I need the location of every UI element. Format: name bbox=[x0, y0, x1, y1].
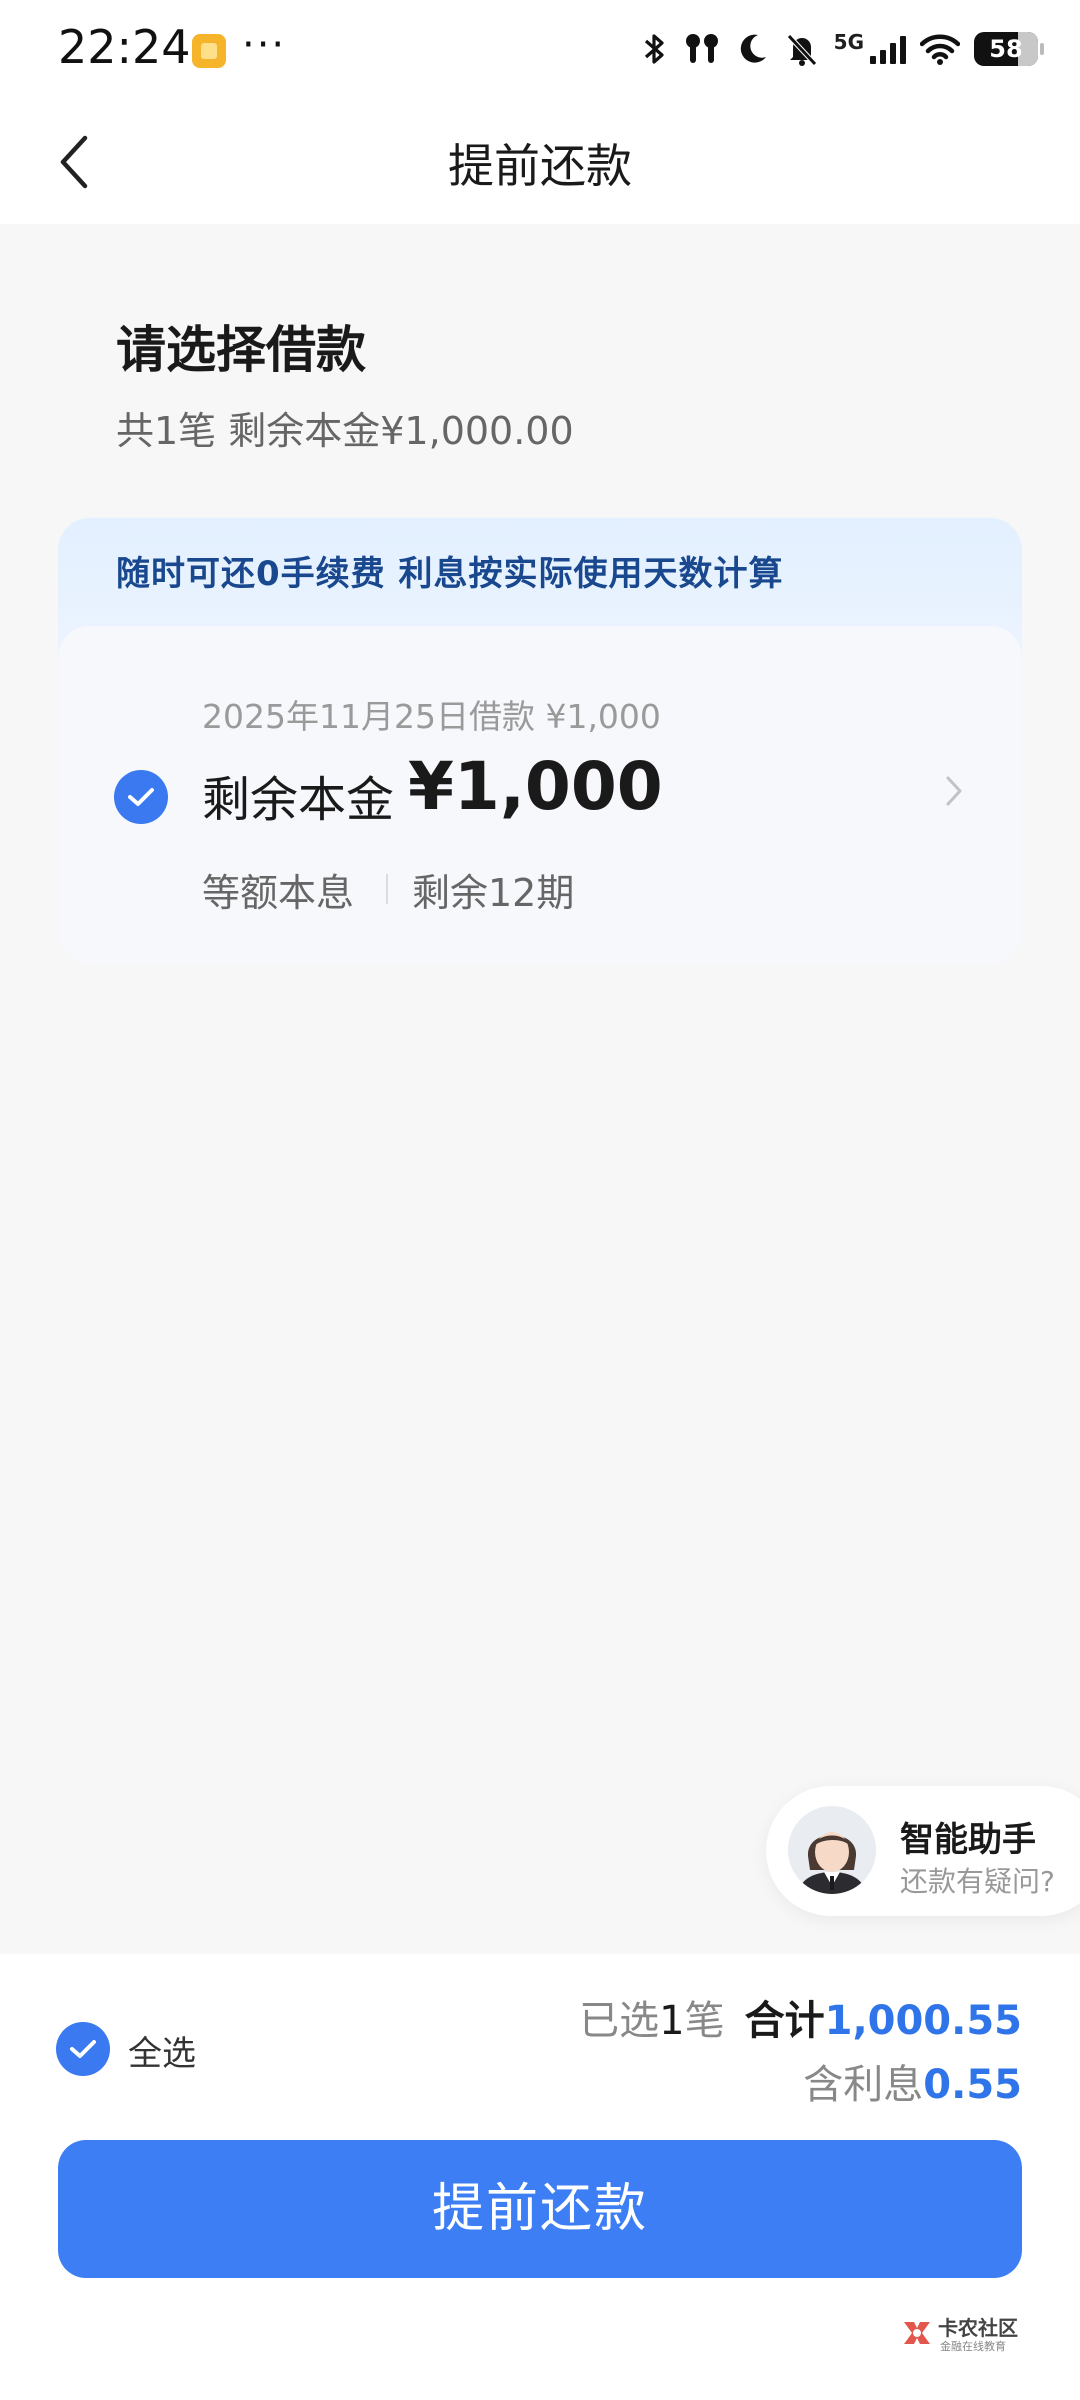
moon-icon bbox=[740, 34, 766, 63]
total-label: 合计 bbox=[744, 1998, 825, 2044]
remaining-periods: 剩余12期 bbox=[412, 871, 575, 915]
watermark: 卡农社区 金融在线教育 bbox=[900, 2310, 1020, 2358]
battery-level: 58 bbox=[989, 35, 1023, 63]
assistant-title: 智能助手 bbox=[900, 1820, 1036, 1860]
smart-assistant-button[interactable]: 智能助手 还款有疑问? bbox=[766, 1786, 1080, 1916]
divider bbox=[386, 874, 388, 904]
principal-label: 剩余本金 bbox=[202, 772, 395, 828]
signal-icon bbox=[870, 34, 906, 64]
earbuds-icon bbox=[685, 34, 718, 63]
loan-item[interactable]: 2025年11月25日借款 ¥1,000 剩余本金 ¥1,000 等额本息 剩余… bbox=[58, 626, 1022, 964]
wifi-icon bbox=[920, 34, 960, 65]
select-all-checkbox[interactable] bbox=[56, 2022, 110, 2076]
fee-banner: 随时可还0手续费 利息按实际使用天数计算 bbox=[116, 554, 784, 594]
system-icons: 5G 58 bbox=[642, 26, 1044, 72]
selected-prefix: 已选 bbox=[579, 1998, 660, 2044]
chevron-right-icon[interactable] bbox=[944, 774, 964, 808]
selection-summary: 已选1笔 合计1,000.55 bbox=[579, 1988, 1022, 2046]
selected-suffix: 笔 bbox=[684, 1998, 725, 2044]
selected-count: 1 bbox=[659, 1998, 685, 2044]
watermark-name: 卡农社区 bbox=[938, 2316, 1018, 2340]
repayment-type: 等额本息 bbox=[202, 871, 355, 915]
assistant-subtitle: 还款有疑问? bbox=[900, 1865, 1055, 1898]
interest-label: 含利息 bbox=[803, 2062, 924, 2108]
status-bar: 22:24 ··· 5G 58 bbox=[0, 0, 1080, 100]
loan-card-container: 随时可还0手续费 利息按实际使用天数计算 2025年11月25日借款 ¥1,00… bbox=[58, 518, 1022, 964]
status-time: 22:24 bbox=[58, 20, 191, 74]
bluetooth-icon bbox=[644, 34, 664, 64]
loan-date-amount: 2025年11月25日借款 ¥1,000 bbox=[202, 697, 661, 736]
watermark-sub: 金融在线教育 bbox=[940, 2340, 1006, 2353]
notification-app-icon bbox=[192, 34, 226, 68]
interest-value: 0.55 bbox=[923, 2062, 1022, 2108]
check-icon bbox=[128, 788, 154, 806]
interest-summary: 含利息0.55 bbox=[803, 2052, 1022, 2110]
principal-amount: ¥1,000 bbox=[408, 748, 663, 825]
select-all-label[interactable]: 全选 bbox=[128, 2026, 196, 2075]
more-notifications-indicator: ··· bbox=[242, 22, 287, 68]
network-type: 5G bbox=[833, 30, 864, 54]
battery-icon: 58 bbox=[974, 32, 1044, 66]
total-value: 1,000.55 bbox=[824, 1998, 1022, 2044]
assistant-avatar bbox=[788, 1806, 876, 1894]
check-icon bbox=[70, 2040, 96, 2058]
section-title: 请选择借款 bbox=[116, 321, 366, 379]
kanong-logo-icon bbox=[904, 2322, 930, 2344]
navigation-bar: 提前还款 bbox=[0, 100, 1080, 224]
mute-icon bbox=[786, 34, 817, 66]
page-title: 提前还款 bbox=[448, 139, 632, 193]
loan-checkbox[interactable] bbox=[114, 770, 168, 824]
section-subtitle: 共1笔 剩余本金¥1,000.00 bbox=[116, 409, 574, 453]
prepay-button[interactable]: 提前还款 bbox=[58, 2140, 1022, 2278]
